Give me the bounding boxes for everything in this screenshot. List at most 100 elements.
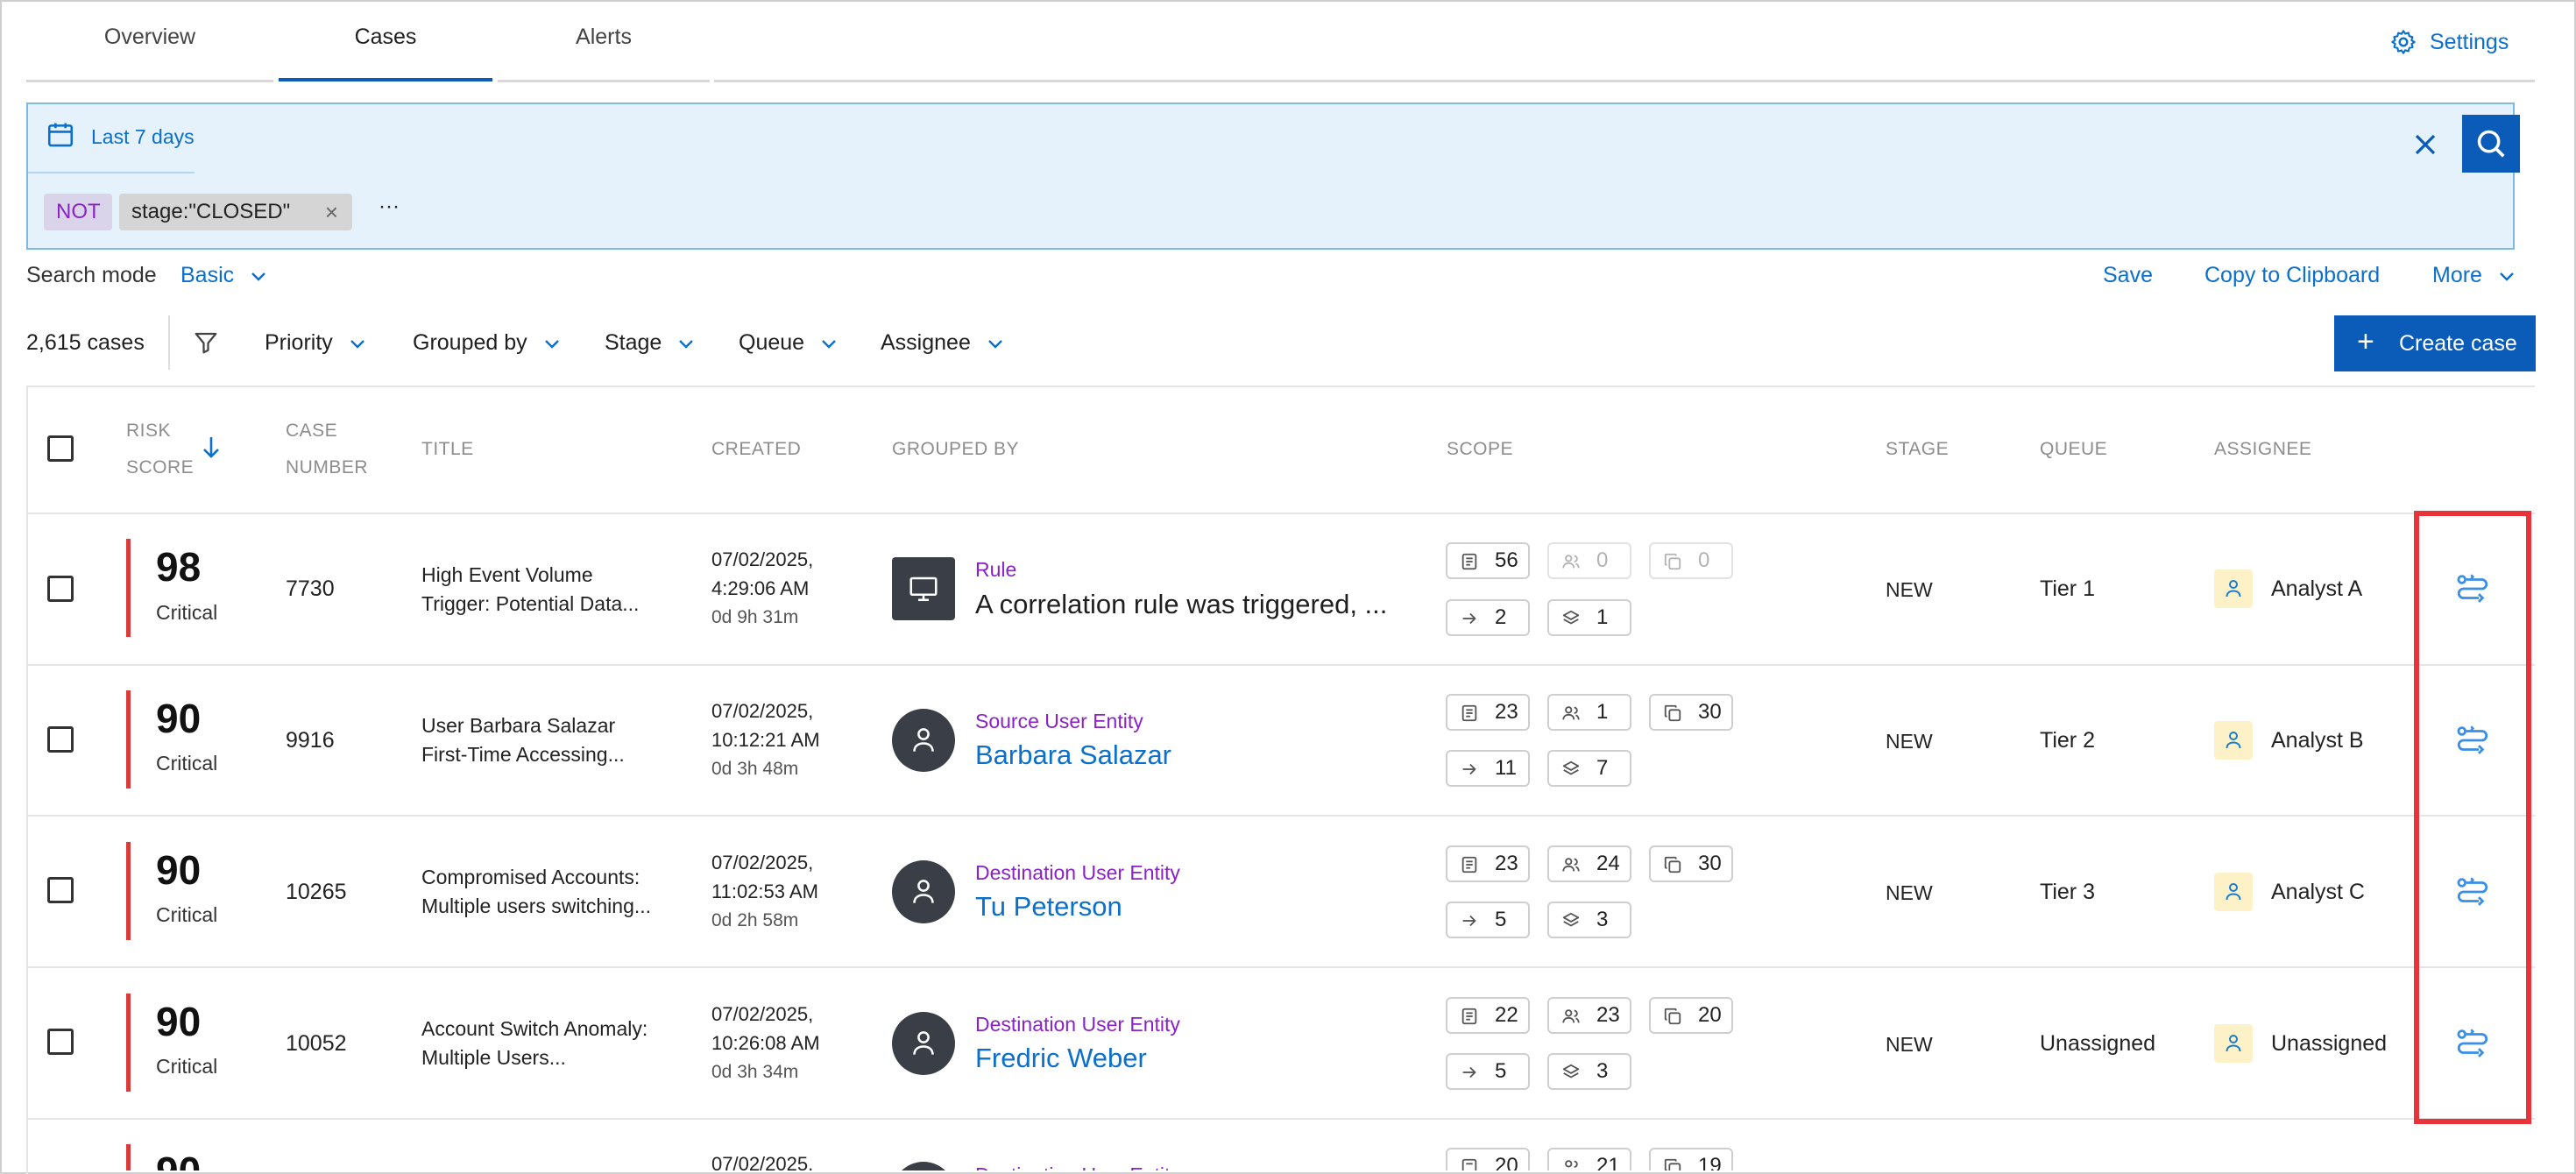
scope-events[interactable]: 23	[1446, 694, 1530, 731]
case-title[interactable]: Compromised Accounts: Multiple users swi…	[421, 863, 676, 921]
assignee-avatar	[2214, 873, 2253, 911]
table-row[interactable]: 90 07/02/2025, Destination User Entity 2…	[0, 1120, 2576, 1170]
column-header-scope[interactable]: SCOPE	[1447, 431, 1513, 468]
tab-overview[interactable]: Overview	[26, 25, 273, 50]
case-number[interactable]: 7730	[286, 576, 335, 602]
assignee-avatar	[2214, 569, 2253, 608]
scope-events[interactable]: 22	[1446, 997, 1530, 1034]
scope-layers[interactable]: 3	[1547, 1053, 1631, 1090]
case-number[interactable]: 9916	[286, 728, 335, 753]
case-assignee[interactable]: Analyst B	[2271, 728, 2364, 753]
column-header-grouped-by[interactable]: GROUPED BY	[892, 431, 1019, 468]
close-icon[interactable]	[2412, 131, 2438, 158]
created-time: 11:02:53 AM	[711, 880, 818, 902]
filter-icon[interactable]	[193, 329, 219, 356]
scope-events[interactable]: 23	[1446, 845, 1530, 882]
scope-users[interactable]: 21	[1547, 1148, 1631, 1170]
group-name-link[interactable]: Barbara Salazar	[975, 739, 1171, 771]
scope-users[interactable]: 24	[1547, 845, 1631, 882]
settings-label: Settings	[2430, 30, 2509, 54]
case-title[interactable]: Account Switch Anomaly: Multiple Users..…	[421, 1015, 676, 1072]
save-button[interactable]: Save	[2103, 263, 2153, 288]
scope-users[interactable]: 0	[1547, 542, 1631, 579]
scope-assets[interactable]: 30	[1649, 694, 1733, 731]
case-title[interactable]: High Event Volume Trigger: Potential Dat…	[421, 561, 676, 619]
search-mode-dropdown[interactable]: Basic	[180, 263, 266, 288]
group-name-link[interactable]: Tu Peterson	[975, 891, 1122, 923]
events-icon	[1461, 856, 1477, 873]
stage-filter[interactable]: Stage	[605, 330, 694, 356]
scope-events[interactable]: 20	[1446, 1148, 1530, 1170]
tab-cases[interactable]: Cases	[279, 25, 492, 50]
scope-related[interactable]: 11	[1446, 750, 1530, 787]
case-number[interactable]: 10265	[286, 880, 347, 905]
chevron-down-icon	[2500, 272, 2514, 281]
toolbar-divider	[168, 315, 170, 370]
scope-layers[interactable]: 1	[1547, 599, 1631, 636]
calendar-icon	[47, 123, 74, 147]
scope-related[interactable]: 5	[1446, 1053, 1530, 1090]
column-header-assignee[interactable]: ASSIGNEE	[2214, 431, 2311, 468]
more-actions-dropdown[interactable]: More	[2432, 263, 2515, 288]
column-header-title[interactable]: TITLE	[421, 431, 474, 468]
case-title[interactable]: User Barbara Salazar First-Time Accessin…	[421, 711, 676, 769]
column-header-stage[interactable]: STAGE	[1886, 431, 1949, 468]
group-name-link[interactable]: Fredric Weber	[975, 1043, 1147, 1074]
case-number[interactable]: 10052	[286, 1031, 347, 1057]
scope-assets[interactable]: 0	[1649, 542, 1733, 579]
column-header-case-number[interactable]: CASE NUMBER	[286, 413, 368, 486]
created-cell: 07/02/2025, 4:29:06 AM 0d 9h 31m	[711, 545, 813, 632]
layers-icon	[1562, 912, 1580, 927]
not-operator-chip[interactable]: NOT	[44, 194, 112, 230]
case-stage: NEW	[1886, 578, 1933, 601]
priority-filter[interactable]: Priority	[265, 330, 365, 356]
tab-alerts[interactable]: Alerts	[498, 25, 710, 50]
queue-filter[interactable]: Queue	[739, 330, 837, 356]
queue-filter-label: Queue	[739, 330, 805, 355]
case-assignee[interactable]: Analyst A	[2271, 576, 2362, 602]
row-checkbox[interactable]	[47, 726, 74, 753]
users-icon	[1562, 706, 1580, 720]
column-header-created[interactable]: CREATED	[711, 431, 801, 468]
create-case-button[interactable]: + Create case	[2334, 315, 2536, 371]
scope-layers-count: 7	[1596, 756, 1609, 780]
scope-assets[interactable]: 30	[1649, 845, 1733, 882]
more-filters-button[interactable]: ···	[379, 194, 400, 219]
group-name[interactable]: A correlation rule was triggered, ...	[975, 589, 1396, 620]
grouped-by-filter[interactable]: Grouped by	[413, 330, 560, 356]
search-box[interactable]	[26, 103, 2515, 250]
group-type: Destination User Entity	[975, 861, 1180, 884]
filter-chip[interactable]: stage:"CLOSED" ×	[119, 194, 352, 230]
search-button[interactable]	[2462, 115, 2520, 173]
assignee-filter[interactable]: Assignee	[881, 330, 1003, 356]
scope-users[interactable]: 23	[1547, 997, 1631, 1034]
scope-assets[interactable]: 20	[1649, 997, 1733, 1034]
sort-descending-icon[interactable]	[202, 435, 221, 460]
scope-layers[interactable]: 7	[1547, 750, 1631, 787]
users-icon	[1562, 858, 1580, 872]
copy-to-clipboard-button[interactable]: Copy to Clipboard	[2204, 263, 2380, 288]
created-time: 4:29:06 AM	[711, 577, 810, 599]
case-assignee[interactable]: Analyst C	[2271, 880, 2365, 905]
assets-icon	[1664, 856, 1681, 873]
row-checkbox[interactable]	[47, 576, 74, 602]
remove-filter-icon[interactable]: ×	[325, 194, 338, 230]
select-all-checkbox[interactable]	[47, 435, 74, 462]
column-header-queue[interactable]: QUEUE	[2040, 431, 2107, 468]
arrow-right-icon	[1462, 763, 1476, 775]
case-title-line: Multiple users switching...	[421, 895, 652, 917]
arrow-right-icon	[1462, 1066, 1476, 1079]
row-checkbox[interactable]	[47, 1029, 74, 1055]
scope-events[interactable]: 56	[1446, 542, 1530, 579]
scope-users[interactable]: 1	[1547, 694, 1631, 731]
scope-related[interactable]: 2	[1446, 599, 1530, 636]
column-header-risk-score[interactable]: RISK SCORE	[126, 413, 194, 486]
case-assignee[interactable]: Unassigned	[2271, 1031, 2387, 1057]
scope-layers[interactable]: 3	[1547, 902, 1631, 938]
table-left-border	[26, 385, 28, 1174]
scope-related[interactable]: 5	[1446, 902, 1530, 938]
row-checkbox[interactable]	[47, 877, 74, 903]
tab-divider	[714, 80, 2535, 82]
scope-assets[interactable]: 19	[1649, 1148, 1733, 1170]
date-range-picker[interactable]: Last 7 days	[28, 104, 195, 171]
